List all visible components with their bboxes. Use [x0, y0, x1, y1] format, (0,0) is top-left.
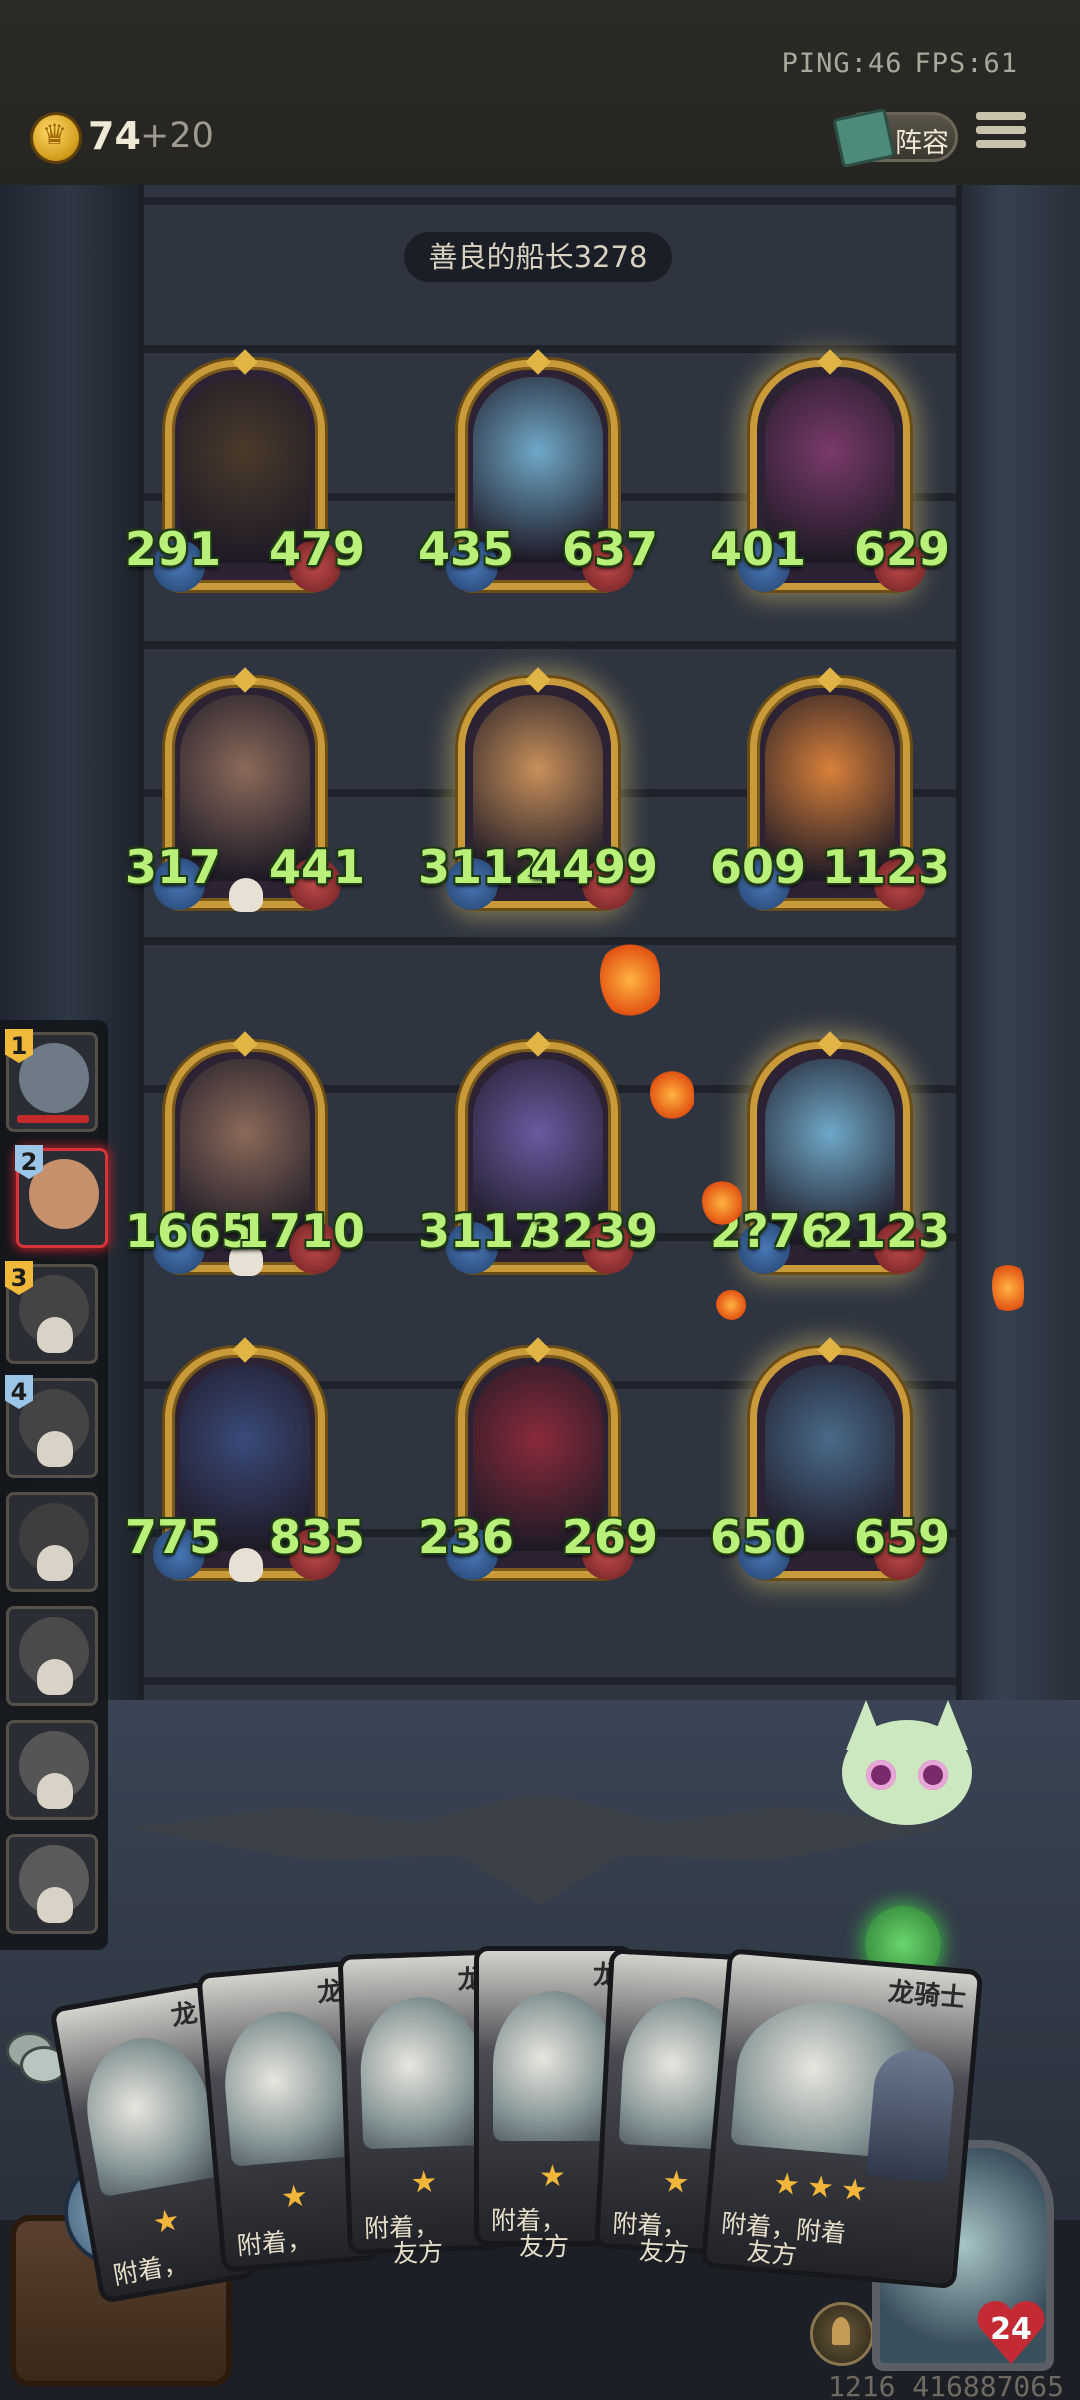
skull-icon — [37, 1545, 73, 1581]
game-screen: PING:46 FPS:61 74 +20 阵容 善良的船长3278 291 479… — [0, 0, 1080, 2400]
skull-icon — [37, 1317, 73, 1353]
unit-health: 637 — [561, 522, 658, 576]
book-icon — [832, 107, 896, 169]
unit-attack: 401 — [710, 522, 807, 576]
card-desc-line2: 友方 — [638, 2236, 690, 2268]
skull-icon — [37, 1773, 73, 1809]
fps-readout: FPS:61 — [914, 48, 1018, 79]
board-unit[interactable]: 1665 1710 — [125, 1031, 365, 1302]
ping-readout: PING:46 — [781, 48, 903, 79]
card-art — [358, 1995, 486, 2150]
unit-attack: 435 — [418, 522, 515, 576]
cat-companion[interactable] — [832, 1700, 982, 1860]
board-unit[interactable]: 3117 3239 — [418, 1031, 658, 1302]
unit-health: 629 — [853, 522, 950, 576]
board-unit[interactable]: 609 1123 — [710, 667, 950, 938]
board-unit[interactable]: 317 441 — [125, 667, 365, 938]
skull-icon — [229, 1548, 263, 1582]
unit-attack: 609 — [710, 840, 807, 894]
star-icon: ★ — [150, 2202, 183, 2242]
unit-health: 2123 — [821, 1204, 950, 1258]
unit-health: 1710 — [236, 1204, 365, 1258]
card-art — [493, 1991, 615, 2141]
unit-health: 3239 — [529, 1204, 658, 1258]
gold-income: +20 — [140, 116, 214, 156]
unit-health: 269 — [561, 1510, 658, 1564]
card-desc-line2: 友方 — [392, 2237, 444, 2269]
star-icon: ★ — [409, 2164, 439, 2201]
card-art — [75, 2028, 222, 2198]
board-unit[interactable]: 236 269 — [418, 1337, 658, 1608]
board-unit[interactable]: 3112 4499 — [418, 667, 658, 938]
torch-flame — [992, 1260, 1024, 1316]
unit-attack: 291 — [125, 522, 222, 576]
hand-card[interactable]: 龙骑士 ★ ★ ★ 附着，附着 友方 — [700, 1948, 984, 2290]
board-unit[interactable]: 291 479 — [125, 349, 365, 620]
card-desc-line2: 友方 — [745, 2236, 799, 2271]
skull-icon — [229, 878, 263, 912]
gold-coin-icon — [33, 115, 79, 161]
card-desc: 附着， — [111, 2248, 190, 2291]
unit-attack: 3112 — [418, 840, 547, 894]
skull-icon — [37, 1431, 73, 1467]
star-icon: ★ — [661, 2164, 691, 2201]
player-slot[interactable]: 3 — [5, 1261, 98, 1364]
unit-attack: 317 — [125, 840, 222, 894]
skull-icon — [37, 1887, 73, 1923]
unit-attack: 650 — [710, 1510, 807, 1564]
unit-health: 659 — [853, 1510, 950, 1564]
fire-effect — [650, 1070, 694, 1120]
knight-art — [866, 2046, 958, 2183]
lineup-button[interactable]: 阵容 — [832, 107, 958, 169]
unit-attack: 1665 — [125, 1204, 254, 1258]
board-unit[interactable]: 650 659 — [710, 1337, 950, 1608]
lineup-button-label: 阵容 — [895, 128, 949, 159]
player-slot[interactable]: 4 — [5, 1375, 98, 1478]
unit-health: 441 — [268, 840, 365, 894]
top-bar: PING:46 FPS:61 74 +20 阵容 — [0, 0, 1080, 189]
hero-power-icon[interactable] — [810, 2302, 874, 2366]
card-desc: 附着， — [235, 2225, 314, 2261]
star-icon: ★ — [771, 2165, 802, 2204]
unit-health: 1123 — [821, 840, 950, 894]
board-unit[interactable]: 775 835 — [125, 1337, 365, 1608]
unit-health: 835 — [268, 1510, 365, 1564]
player-slot[interactable] — [6, 1720, 98, 1820]
gold-amount: 74 — [88, 114, 141, 158]
star-icon: ★ — [805, 2168, 836, 2207]
opponent-name: 善良的船长3278 — [404, 232, 672, 282]
menu-icon[interactable] — [976, 112, 1026, 158]
fire-effect — [702, 1180, 742, 1226]
footer-id: 1216 416887065 — [828, 2370, 1065, 2400]
card-name: 龙 — [457, 1964, 485, 1996]
unit-attack: 3117 — [418, 1204, 547, 1258]
star-icon: ★ — [539, 2159, 566, 2194]
unit-health: 479 — [268, 522, 365, 576]
star-icon: ★ — [839, 2171, 870, 2210]
player-list: 1 2 3 4 — [0, 1020, 108, 1950]
player-slot-current[interactable]: 2 — [15, 1145, 108, 1248]
player-slot[interactable] — [6, 1834, 98, 1934]
unit-attack: 775 — [125, 1510, 222, 1564]
card-art — [219, 2006, 354, 2167]
star-icon: ★ — [279, 2178, 310, 2216]
skull-icon — [37, 1659, 73, 1695]
fire-effect — [716, 1290, 746, 1320]
unit-health: 4499 — [529, 840, 658, 894]
hero-health: 24 — [990, 2312, 1032, 2347]
player-slot[interactable] — [6, 1492, 98, 1592]
card-desc-line2: 友方 — [519, 2232, 570, 2261]
player-slot[interactable] — [6, 1606, 98, 1706]
board-unit[interactable]: 401 629 — [710, 349, 950, 620]
board-unit[interactable]: 2?76 2123 — [710, 1031, 950, 1302]
board-unit[interactable]: 435 637 — [418, 349, 658, 620]
unit-attack: 236 — [418, 1510, 515, 1564]
player-health-bar — [17, 1115, 89, 1123]
player-slot[interactable]: 1 — [5, 1029, 98, 1132]
card-name: 龙 — [592, 1961, 619, 1991]
network-stats: PING:46 FPS:61 — [782, 48, 1018, 79]
right-pillar — [950, 185, 1080, 1915]
